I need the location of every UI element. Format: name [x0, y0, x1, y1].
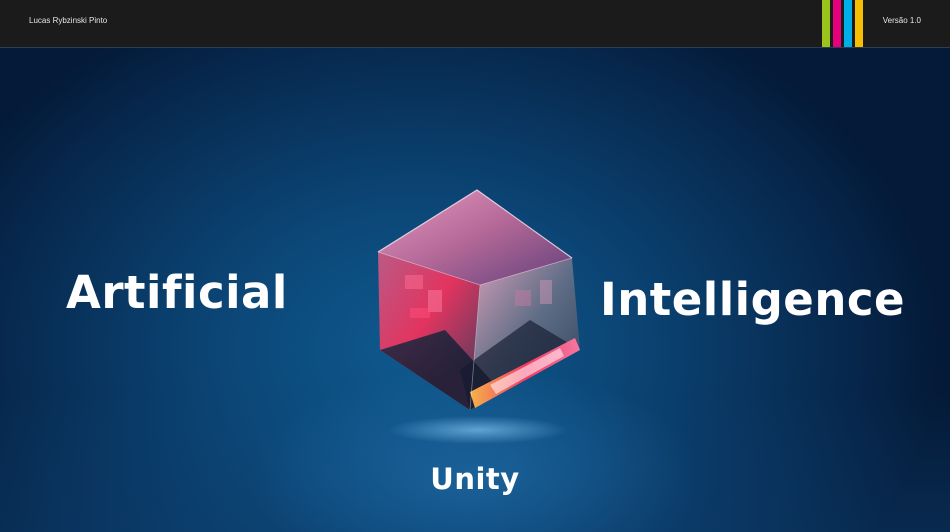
stripe-green — [822, 0, 830, 47]
glass-cube-image — [377, 189, 580, 444]
author-name: Lucas Rybzinski Pinto — [29, 16, 108, 25]
word-artificial: Artificial — [66, 266, 288, 319]
stripe-cyan — [844, 0, 852, 47]
color-stripes — [822, 0, 863, 47]
word-unity: Unity — [430, 462, 520, 496]
word-intelligence: Intelligence — [600, 273, 906, 326]
version-label: Versão 1.0 — [882, 16, 921, 25]
slide: Lucas Rybzinski Pinto Versão 1.0 Artific… — [0, 0, 950, 532]
stripe-yellow — [855, 0, 863, 47]
top-bar: Lucas Rybzinski Pinto Versão 1.0 — [0, 0, 950, 48]
stripe-magenta — [833, 0, 841, 47]
